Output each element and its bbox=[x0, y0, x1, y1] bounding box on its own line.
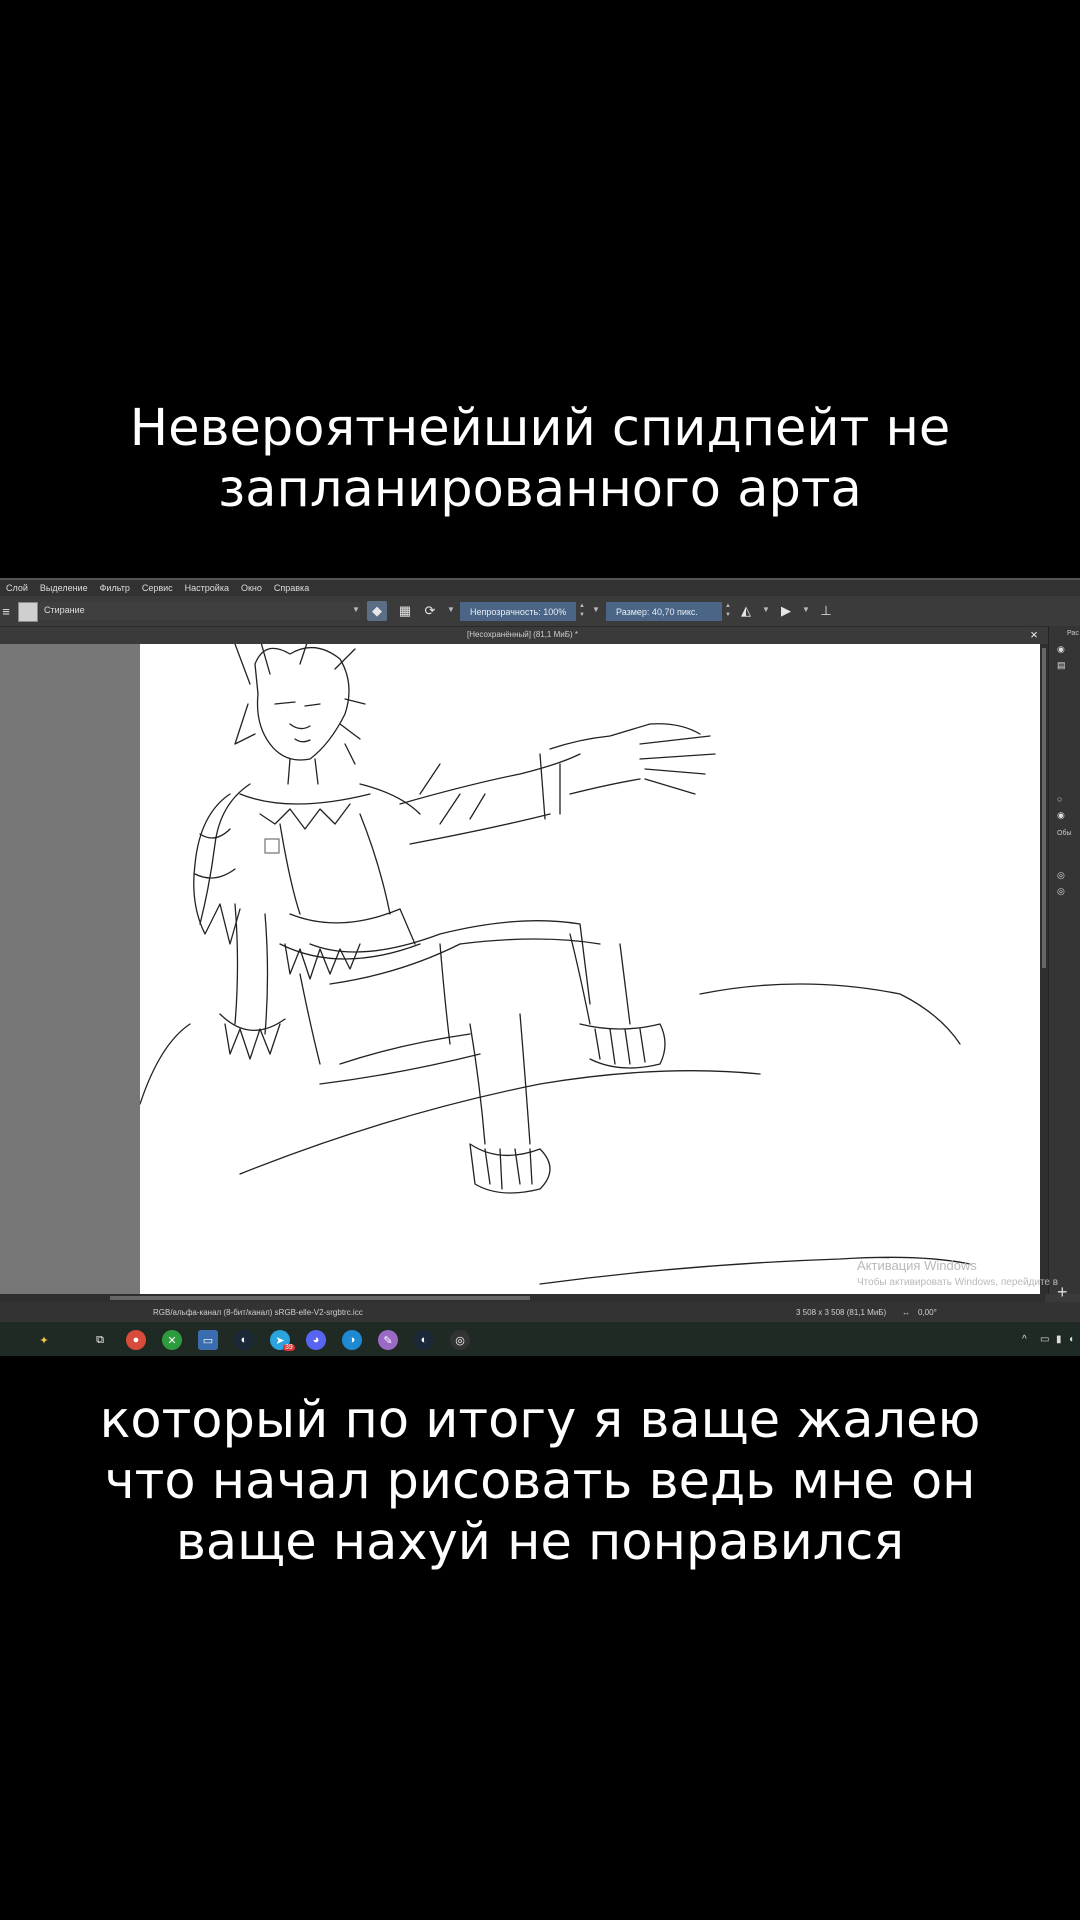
copilot-icon[interactable]: ✦ bbox=[34, 1330, 54, 1350]
sketch-drawing bbox=[140, 644, 971, 1285]
blend-mode-label[interactable]: Обы bbox=[1057, 830, 1072, 837]
eye-icon[interactable]: ◎ bbox=[1057, 870, 1067, 880]
add-layer-button[interactable]: + bbox=[1057, 1282, 1068, 1303]
chrome-icon[interactable]: ● bbox=[126, 1330, 146, 1350]
docker-tab-label[interactable]: Рас bbox=[1067, 630, 1079, 637]
menu-settings[interactable]: Настройка bbox=[179, 583, 235, 593]
discord-icon[interactable]: ◕ bbox=[306, 1330, 326, 1350]
menu-window[interactable]: Окно bbox=[235, 583, 268, 593]
layer-visibility-icon[interactable]: ◉ bbox=[1057, 810, 1067, 820]
menu-select[interactable]: Выделение bbox=[34, 583, 94, 593]
eraser-mode-icon[interactable]: ◆ bbox=[367, 601, 387, 621]
docker-grid-icon[interactable]: ▤ bbox=[1057, 660, 1067, 670]
caption-bottom: который по итогу я ваще жалею что начал … bbox=[0, 1390, 1080, 1573]
krita-window: Слой Выделение Фильтр Сервис Настройка О… bbox=[0, 578, 1080, 1356]
chevron-down-icon[interactable]: ▼ bbox=[762, 605, 770, 625]
caption-bottom-line-3: ваще нахуй не понравился bbox=[175, 1513, 905, 1572]
obs-icon[interactable]: ◎ bbox=[450, 1330, 470, 1350]
menu-layer[interactable]: Слой bbox=[0, 583, 34, 593]
caption-top-line-2: запланированного арта bbox=[218, 460, 862, 519]
brush-preset-dropdown[interactable] bbox=[40, 602, 360, 620]
brush-preset-thumbnail[interactable] bbox=[18, 602, 38, 622]
drawing-canvas[interactable] bbox=[140, 644, 1040, 1294]
steam-icon[interactable]: ◐ bbox=[234, 1330, 254, 1350]
windows-taskbar: ✦ ⧉ ● ✕ ▭ ◐ ➤ ◕ ◑ ✎ ◐ ◎ 39 ^ ▭ ▮ ◖ bbox=[0, 1322, 1080, 1356]
edge-icon[interactable]: ◑ bbox=[342, 1330, 362, 1350]
document-tab[interactable]: [Несохранённый] (81,1 МиБ) * bbox=[0, 627, 1045, 643]
mirror-horizontal-icon[interactable]: ◭ bbox=[736, 601, 756, 621]
close-icon[interactable]: × bbox=[1026, 627, 1042, 643]
alpha-lock-icon[interactable]: ▦ bbox=[395, 601, 415, 621]
tool-options-bar: ≡ Стирание ▼ ◆ ▦ ⟳ ▼ Непрозрачность: 100… bbox=[0, 596, 1080, 627]
explorer-icon[interactable]: ▭ bbox=[198, 1330, 218, 1350]
rotation-status: 0,00° bbox=[918, 1308, 937, 1317]
menu-bar: Слой Выделение Фильтр Сервис Настройка О… bbox=[0, 580, 1080, 596]
refresh-icon[interactable]: ○ bbox=[1057, 794, 1067, 804]
vertical-scrollbar-thumb[interactable] bbox=[1042, 648, 1046, 968]
opacity-slider[interactable]: Непрозрачность: 100% bbox=[460, 602, 576, 621]
microphone-icon[interactable]: ▮ bbox=[1056, 1334, 1062, 1345]
chevron-down-icon[interactable]: ▼ bbox=[352, 605, 360, 625]
chevron-down-icon[interactable]: ▼ bbox=[447, 605, 455, 625]
volume-icon[interactable]: ◖ bbox=[1068, 1334, 1074, 1345]
steam-icon[interactable]: ◐ bbox=[414, 1330, 434, 1350]
caption-top: Невероятнейший спидпейт не запланированн… bbox=[0, 398, 1080, 520]
size-spinner[interactable]: ▲ ▼ bbox=[724, 602, 732, 621]
xbox-icon[interactable]: ✕ bbox=[162, 1330, 182, 1350]
chevron-down-icon[interactable]: ▼ bbox=[802, 605, 810, 625]
size-slider[interactable]: Размер: 40,70 пикс. bbox=[606, 602, 722, 621]
notification-badge: 39 bbox=[283, 1344, 295, 1351]
eye-icon[interactable]: ◎ bbox=[1057, 886, 1067, 896]
menu-help[interactable]: Справка bbox=[268, 583, 315, 593]
reset-icon[interactable]: ⟳ bbox=[420, 601, 440, 621]
windows-activation-title: Активация Windows bbox=[857, 1258, 977, 1273]
brush-preset-name: Стирание bbox=[44, 605, 85, 615]
windows-activation-subtitle: Чтобы активировать Windows, перейдите в bbox=[857, 1277, 1059, 1288]
horizontal-scrollbar-thumb[interactable] bbox=[110, 1296, 530, 1300]
mirror-vertical-icon[interactable]: ▶ bbox=[776, 601, 796, 621]
hamburger-icon[interactable]: ≡ bbox=[0, 601, 12, 621]
image-size-status: 3 508 x 3 508 (81,1 МиБ) bbox=[796, 1308, 887, 1317]
caption-bottom-line-1: который по итогу я ваще жалею bbox=[99, 1391, 981, 1450]
taskview-icon[interactable]: ⧉ bbox=[90, 1330, 110, 1350]
color-profile-status: RGB/альфа-канал (8-бит/канал) sRGB-elle-… bbox=[153, 1308, 363, 1317]
menu-tools[interactable]: Сервис bbox=[136, 583, 179, 593]
status-bar: RGB/альфа-канал (8-бит/канал) sRGB-elle-… bbox=[0, 1302, 1080, 1322]
network-icon[interactable]: ▭ bbox=[1040, 1334, 1049, 1345]
wrap-around-icon[interactable]: ⊥ bbox=[816, 601, 836, 621]
docker-toggle-icon[interactable]: ◉ bbox=[1057, 644, 1067, 654]
menu-filter[interactable]: Фильтр bbox=[94, 583, 136, 593]
chevron-up-icon[interactable]: ^ bbox=[1022, 1334, 1027, 1345]
krita-icon[interactable]: ✎ bbox=[378, 1330, 398, 1350]
caption-top-line-1: Невероятнейший спидпейт не bbox=[129, 399, 951, 458]
caption-bottom-line-2: что начал рисовать ведь мне он bbox=[104, 1452, 976, 1511]
right-docker-panel: Рас ◉ ▤ ○ ◉ Обы ◎ ◎ bbox=[1048, 626, 1080, 1294]
opacity-spinner[interactable]: ▲ ▼ bbox=[578, 602, 586, 621]
rotation-icon: ↔ bbox=[902, 1308, 910, 1317]
chevron-down-icon[interactable]: ▼ bbox=[592, 605, 600, 625]
